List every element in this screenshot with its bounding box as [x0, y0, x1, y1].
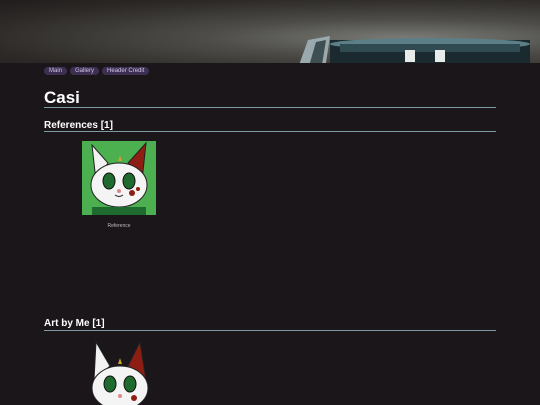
references-divider: [44, 131, 496, 132]
nav-gallery-button[interactable]: Gallery: [70, 67, 100, 75]
nav-main-button[interactable]: Main: [44, 67, 68, 75]
art-by-me-divider: [44, 330, 496, 331]
page-title: Casi: [44, 88, 80, 107]
nav-header-credit-button[interactable]: Header Credit: [102, 67, 150, 75]
nav-bar: Main Gallery Header Credit: [44, 67, 150, 75]
title-divider: [44, 107, 496, 108]
reference-image: [82, 141, 156, 215]
header-banner: [0, 0, 540, 63]
reference-caption: Reference: [107, 223, 131, 229]
art-image: [91, 340, 149, 405]
art-thumbnail[interactable]: [82, 340, 156, 405]
art-by-me-heading: Art by Me [1]: [44, 318, 105, 329]
header-image: [299, 36, 530, 63]
reference-thumbnail[interactable]: [82, 141, 156, 215]
